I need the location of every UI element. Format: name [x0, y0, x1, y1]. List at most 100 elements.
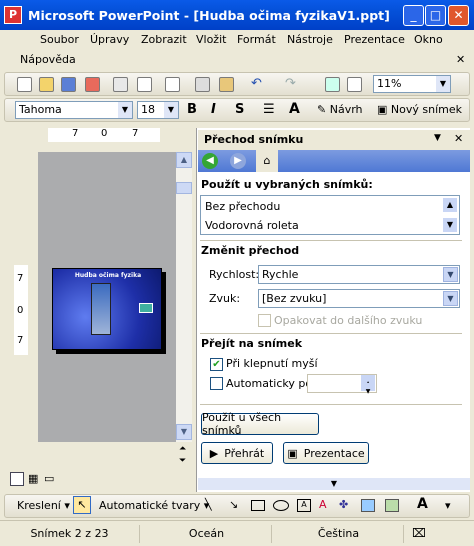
- menu-prezentace[interactable]: Prezentace: [344, 33, 405, 46]
- transition-list[interactable]: Bez přechodu Vodorovná roleta ▲ ▼: [200, 195, 460, 235]
- play-icon: ▶: [209, 446, 219, 460]
- list-scroll-down-icon[interactable]: ▼: [443, 218, 457, 232]
- shadow-button[interactable]: S: [235, 102, 244, 117]
- undo-icon[interactable]: ↶: [251, 77, 266, 92]
- menu-format[interactable]: Formát: [237, 33, 276, 46]
- spin-up-icon[interactable]: ▲: [361, 375, 375, 387]
- copy-icon[interactable]: [195, 77, 210, 92]
- save-icon[interactable]: [61, 77, 76, 92]
- pane-expand-icon[interactable]: ▼: [198, 478, 470, 490]
- italic-button[interactable]: I: [211, 102, 216, 117]
- font-color-icon[interactable]: A: [417, 496, 428, 512]
- bold-button[interactable]: B: [187, 102, 197, 117]
- oval-icon[interactable]: [273, 500, 289, 511]
- forward-icon[interactable]: ▶: [230, 153, 246, 169]
- scroll-up-icon[interactable]: ▲: [176, 152, 192, 168]
- advance-section-heading: Přejít na snímek: [201, 337, 303, 350]
- maximize-button[interactable]: □: [425, 5, 446, 26]
- open-icon[interactable]: [39, 77, 54, 92]
- menu-vlozit[interactable]: Vložit: [196, 33, 226, 46]
- print-icon[interactable]: [113, 77, 128, 92]
- spin-down-icon[interactable]: ▼: [361, 383, 375, 395]
- apply-all-button[interactable]: Použít u všech snímků: [201, 411, 319, 437]
- insert-table-icon[interactable]: [347, 77, 362, 92]
- diagram-icon[interactable]: ✤: [339, 498, 348, 511]
- close-button[interactable]: ✕: [448, 5, 469, 26]
- line-icon[interactable]: ╲: [205, 498, 212, 511]
- list-scroll-up-icon[interactable]: ▲: [443, 198, 457, 212]
- picture-icon[interactable]: [385, 499, 399, 512]
- select-pointer-icon[interactable]: ↖: [73, 496, 91, 514]
- speed-select[interactable]: Rychle ▼: [258, 265, 460, 284]
- slide-thumbnail[interactable]: Hudba očima fyzika: [52, 268, 162, 350]
- divider: [200, 404, 462, 405]
- slide-scrollbar[interactable]: ▲ ▼: [176, 152, 192, 442]
- status-language: Čeština: [274, 525, 404, 543]
- chevron-down-icon[interactable]: ▼: [434, 133, 441, 143]
- scroll-thumb[interactable]: [176, 182, 192, 194]
- loop-checkbox[interactable]: [258, 314, 271, 327]
- formatting-toolbar: Tahoma ▼ 18 ▼ B I S ☰ A ✎ Návrh ▣ Nový s…: [4, 98, 470, 122]
- chevron-down-icon[interactable]: ▾: [445, 499, 451, 512]
- next-slide-icon[interactable]: ⏷: [179, 456, 186, 466]
- auto-advance-spinner[interactable]: ▲ ▼: [307, 374, 377, 395]
- preview-icon[interactable]: [137, 77, 152, 92]
- ruler-label: 0: [17, 305, 24, 316]
- paste-icon[interactable]: [219, 77, 234, 92]
- sorter-view-icon[interactable]: ▦: [28, 472, 38, 485]
- font-size-combo[interactable]: 18 ▼: [137, 101, 179, 119]
- status-bar: Snímek 2 z 23 Oceán Čeština ⌧: [0, 520, 474, 546]
- divider: [200, 333, 462, 334]
- transition-item[interactable]: Bez přechodu: [205, 200, 280, 213]
- minimize-button[interactable]: _: [403, 5, 424, 26]
- home-icon[interactable]: ⌂: [256, 150, 278, 172]
- menu-soubor[interactable]: Soubor: [40, 33, 79, 46]
- menu-upravy[interactable]: Úpravy: [90, 33, 129, 46]
- chevron-down-icon[interactable]: ▼: [443, 267, 458, 282]
- font-combo[interactable]: Tahoma ▼: [15, 101, 133, 119]
- menu-zobrazit[interactable]: Zobrazit: [141, 33, 187, 46]
- autoshapes-menu[interactable]: Automatické tvary ▾: [99, 499, 209, 512]
- textbox-icon[interactable]: A: [297, 499, 311, 512]
- chevron-down-icon[interactable]: ▼: [164, 102, 178, 118]
- rectangle-icon[interactable]: [251, 500, 265, 511]
- ruler-label: 7: [17, 335, 24, 346]
- doc-close-icon[interactable]: ✕: [456, 53, 465, 66]
- clipart-icon[interactable]: [361, 499, 375, 512]
- wordart-icon[interactable]: A: [319, 498, 327, 511]
- new-icon[interactable]: [17, 77, 32, 92]
- scroll-down-icon[interactable]: ▼: [176, 424, 192, 440]
- chevron-down-icon[interactable]: ▼: [443, 291, 458, 306]
- play-button[interactable]: ▶ Přehrát: [201, 442, 273, 464]
- slideshow-button[interactable]: ▣ Prezentace: [283, 442, 369, 464]
- previous-slide-icon[interactable]: ⏶: [179, 444, 186, 454]
- back-icon[interactable]: ◀: [202, 153, 218, 169]
- on-click-checkbox[interactable]: ✔: [210, 358, 223, 371]
- menu-nastroje[interactable]: Nástroje: [287, 33, 333, 46]
- sound-select[interactable]: [Bez zvuku] ▼: [258, 289, 460, 308]
- chevron-down-icon[interactable]: ▼: [436, 76, 450, 92]
- chevron-down-icon[interactable]: ▼: [118, 102, 132, 118]
- draw-menu[interactable]: Kreslení ▾: [17, 499, 70, 512]
- close-pane-icon[interactable]: ✕: [454, 132, 463, 145]
- slideshow-view-icon[interactable]: ▭: [44, 472, 54, 485]
- insert-chart-icon[interactable]: [325, 77, 340, 92]
- normal-view-icon[interactable]: [10, 472, 24, 486]
- arrow-icon[interactable]: ↘: [229, 498, 238, 511]
- font-value: Tahoma: [19, 103, 62, 116]
- redo-icon[interactable]: ↷: [285, 77, 300, 92]
- spelling-icon[interactable]: [165, 77, 180, 92]
- task-pane-header: Přechod snímku ▼ ✕: [198, 130, 470, 150]
- permission-icon[interactable]: [85, 77, 100, 92]
- menu-okno[interactable]: Okno: [414, 33, 443, 46]
- increase-font-icon[interactable]: A: [289, 101, 300, 117]
- auto-advance-checkbox[interactable]: [210, 377, 223, 390]
- zoom-combo[interactable]: 11% ▼: [373, 75, 451, 93]
- menu-napoveda[interactable]: Nápověda: [20, 53, 76, 66]
- powerpoint-app-icon[interactable]: P: [4, 6, 22, 24]
- new-slide-button[interactable]: ▣ Nový snímek: [377, 103, 462, 116]
- transition-item[interactable]: Vodorovná roleta: [205, 219, 299, 232]
- spelling-status-icon[interactable]: ⌧: [412, 526, 426, 540]
- bullets-icon[interactable]: ☰: [263, 102, 275, 117]
- design-button[interactable]: ✎ Návrh: [317, 103, 363, 116]
